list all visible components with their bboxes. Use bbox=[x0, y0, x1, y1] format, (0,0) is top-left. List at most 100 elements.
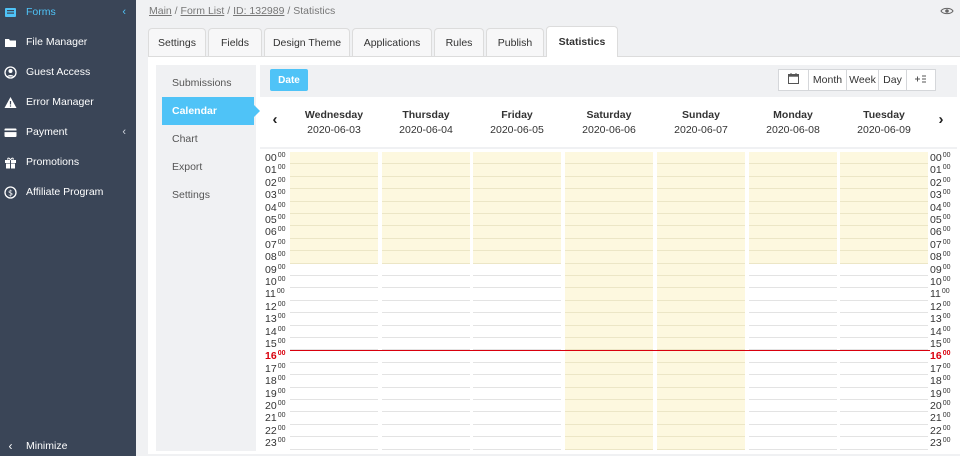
time-slot[interactable] bbox=[565, 288, 653, 301]
subnav-settings[interactable]: Settings bbox=[162, 181, 254, 209]
time-slot[interactable] bbox=[565, 176, 653, 190]
time-slot[interactable] bbox=[473, 313, 561, 326]
day-column[interactable] bbox=[473, 152, 561, 450]
time-slot[interactable] bbox=[749, 201, 837, 214]
time-slot[interactable] bbox=[840, 214, 928, 227]
time-slot[interactable] bbox=[473, 164, 561, 177]
time-slot[interactable] bbox=[840, 375, 928, 388]
time-slot[interactable] bbox=[565, 362, 653, 376]
sidebar-item-payment[interactable]: Payment ‹ bbox=[0, 120, 136, 144]
time-slot[interactable] bbox=[382, 251, 470, 264]
sidebar-item-affiliate-program[interactable]: $ Affiliate Program bbox=[0, 180, 136, 204]
view-day-button[interactable]: Day bbox=[879, 70, 907, 90]
day-column[interactable] bbox=[382, 152, 470, 450]
time-slot[interactable] bbox=[565, 400, 653, 413]
time-slot[interactable] bbox=[840, 288, 928, 301]
time-slot[interactable] bbox=[290, 238, 378, 252]
view-month-button[interactable]: Month bbox=[809, 70, 847, 90]
time-slot[interactable] bbox=[657, 152, 745, 165]
time-slot[interactable] bbox=[382, 350, 470, 363]
time-slot[interactable] bbox=[840, 238, 928, 252]
time-slot[interactable] bbox=[657, 263, 745, 276]
time-slot[interactable] bbox=[382, 400, 470, 413]
time-slot[interactable] bbox=[657, 313, 745, 326]
time-slot[interactable] bbox=[749, 350, 837, 363]
time-slot[interactable] bbox=[657, 437, 745, 450]
time-slot[interactable] bbox=[657, 226, 745, 239]
time-slot[interactable] bbox=[840, 350, 928, 363]
sidebar-item-guest-access[interactable]: Guest Access bbox=[0, 60, 136, 84]
time-slot[interactable] bbox=[473, 326, 561, 338]
time-slot[interactable] bbox=[382, 189, 470, 202]
tab-publish[interactable]: Publish bbox=[486, 28, 544, 56]
time-slot[interactable] bbox=[382, 338, 470, 351]
time-slot[interactable] bbox=[473, 363, 561, 376]
time-slot[interactable] bbox=[473, 288, 561, 301]
time-slot[interactable] bbox=[382, 288, 470, 301]
time-slot[interactable] bbox=[382, 412, 470, 425]
tab-statistics[interactable]: Statistics bbox=[546, 26, 618, 57]
time-slot[interactable] bbox=[840, 301, 928, 314]
time-slot[interactable] bbox=[565, 214, 653, 227]
time-slot[interactable] bbox=[290, 288, 378, 301]
time-slot[interactable] bbox=[749, 388, 837, 400]
time-slot[interactable] bbox=[749, 412, 837, 425]
tab-rules[interactable]: Rules bbox=[434, 28, 484, 56]
time-slot[interactable] bbox=[749, 437, 837, 450]
time-slot[interactable] bbox=[565, 424, 653, 438]
time-slot[interactable] bbox=[565, 238, 653, 252]
time-slot[interactable] bbox=[290, 164, 378, 177]
time-slot[interactable] bbox=[473, 388, 561, 400]
sidebar-item-promotions[interactable]: Promotions bbox=[0, 150, 136, 174]
time-slot[interactable] bbox=[382, 201, 470, 214]
time-slot[interactable] bbox=[290, 388, 378, 400]
time-slot[interactable] bbox=[565, 325, 653, 338]
time-slot[interactable] bbox=[657, 300, 745, 314]
time-slot[interactable] bbox=[840, 201, 928, 214]
time-slot[interactable] bbox=[657, 189, 745, 202]
time-slot[interactable] bbox=[749, 189, 837, 202]
day-column[interactable] bbox=[565, 152, 653, 450]
time-slot[interactable] bbox=[382, 176, 470, 190]
time-slot[interactable] bbox=[565, 201, 653, 214]
sidebar-item-file-manager[interactable]: File Manager bbox=[0, 30, 136, 54]
time-slot[interactable] bbox=[749, 338, 837, 351]
time-slot[interactable] bbox=[657, 164, 745, 177]
subnav-submissions[interactable]: Submissions bbox=[162, 69, 254, 97]
time-slot[interactable] bbox=[565, 375, 653, 388]
time-slot[interactable] bbox=[657, 338, 745, 351]
time-slot[interactable] bbox=[749, 375, 837, 388]
time-slot[interactable] bbox=[840, 164, 928, 177]
time-slot[interactable] bbox=[657, 288, 745, 301]
time-slot[interactable] bbox=[290, 437, 378, 450]
time-slot[interactable] bbox=[840, 313, 928, 326]
time-slot[interactable] bbox=[473, 276, 561, 289]
time-slot[interactable] bbox=[382, 388, 470, 400]
time-slot[interactable] bbox=[290, 301, 378, 314]
time-slot[interactable] bbox=[382, 425, 470, 438]
time-slot[interactable] bbox=[565, 387, 653, 400]
time-slot[interactable] bbox=[657, 387, 745, 400]
time-slot[interactable] bbox=[382, 238, 470, 252]
tab-design-theme[interactable]: Design Theme bbox=[264, 28, 350, 56]
time-slot[interactable] bbox=[749, 326, 837, 338]
time-slot[interactable] bbox=[290, 189, 378, 202]
time-slot[interactable] bbox=[473, 214, 561, 227]
time-slot[interactable] bbox=[657, 214, 745, 227]
time-slot[interactable] bbox=[840, 276, 928, 289]
time-slot[interactable] bbox=[840, 388, 928, 400]
time-slot[interactable] bbox=[382, 326, 470, 338]
time-slot[interactable] bbox=[565, 276, 653, 289]
time-slot[interactable] bbox=[657, 325, 745, 338]
time-slot[interactable] bbox=[749, 288, 837, 301]
time-slot[interactable] bbox=[657, 276, 745, 289]
day-column[interactable] bbox=[840, 152, 928, 450]
time-slot[interactable] bbox=[565, 152, 653, 165]
time-slot[interactable] bbox=[565, 189, 653, 202]
time-slot[interactable] bbox=[290, 425, 378, 438]
subnav-calendar[interactable]: Calendar bbox=[162, 97, 260, 125]
time-slot[interactable] bbox=[473, 264, 561, 276]
time-slot[interactable] bbox=[565, 263, 653, 276]
time-slot[interactable] bbox=[290, 226, 378, 239]
minimize-button[interactable]: ‹ Minimize bbox=[0, 434, 136, 456]
